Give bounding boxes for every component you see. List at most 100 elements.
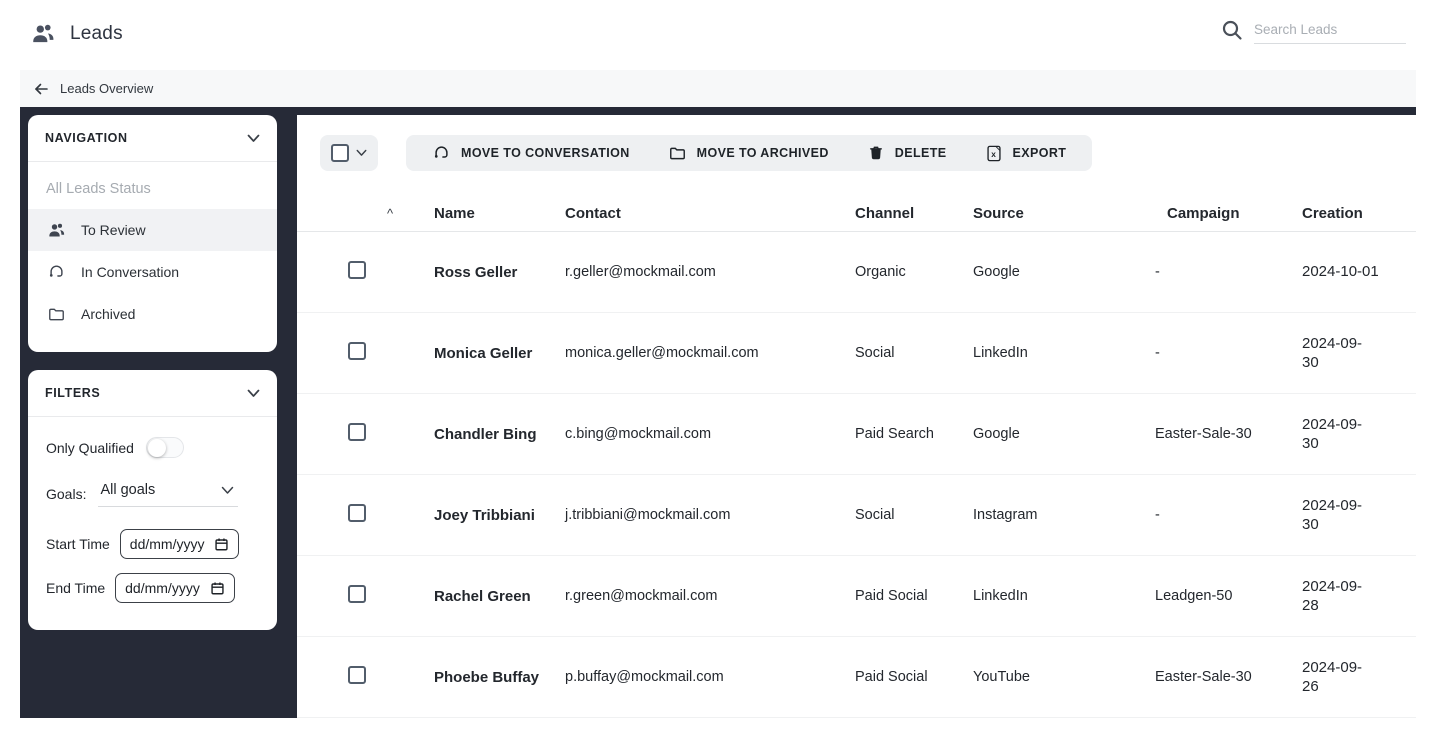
column-header-source[interactable]: Source (973, 205, 1155, 222)
select-all-dropdown[interactable] (320, 135, 378, 171)
lead-source: Google (973, 426, 1155, 442)
delete-button[interactable]: DELETE (867, 144, 947, 162)
row-checkbox[interactable] (348, 585, 366, 603)
chevron-down-icon (221, 486, 234, 495)
lead-channel: Organic (855, 264, 973, 280)
sidebar-item-label: Archived (81, 306, 135, 322)
move-to-conversation-button[interactable]: MOVE TO CONVERSATION (432, 144, 630, 163)
lead-creation-date: 2024-09- 30 (1302, 415, 1416, 454)
trash-icon (867, 144, 885, 162)
bulk-actions-bar: MOVE TO CONVERSATION DELETE MOVE TO ARCH… (406, 135, 1092, 171)
lead-name: Joey Tribbiani (434, 507, 565, 524)
lead-source: YouTube (973, 669, 1155, 685)
column-header-channel[interactable]: Channel (855, 205, 973, 222)
headset-icon (432, 144, 451, 163)
row-checkbox[interactable] (348, 423, 366, 441)
column-header-creation[interactable]: Creation (1302, 205, 1416, 222)
export-button[interactable]: x EXPORT (985, 144, 1067, 163)
date-placeholder: dd/mm/yyyy (125, 580, 200, 596)
table-row: Monica Geller monica.geller@mockmail.com… (297, 313, 1416, 394)
row-checkbox[interactable] (348, 666, 366, 684)
all-leads-status-label: All Leads Status (28, 162, 277, 209)
svg-text:x: x (991, 149, 996, 159)
table-row: Rachel Green r.green@mockmail.com Paid S… (297, 556, 1416, 637)
breadcrumb-label: Leads Overview (60, 81, 153, 96)
only-qualified-toggle[interactable] (146, 437, 184, 458)
search-icon[interactable] (1220, 18, 1244, 42)
lead-channel: Paid Social (855, 588, 973, 604)
lead-campaign: - (1155, 264, 1302, 280)
table-row: Phoebe Buffay p.buffay@mockmail.com Paid… (297, 637, 1416, 718)
only-qualified-label: Only Qualified (46, 440, 134, 456)
start-time-label: Start Time (46, 536, 110, 552)
lead-source: LinkedIn (973, 588, 1155, 604)
lead-name: Ross Geller (434, 264, 565, 281)
lead-name: Chandler Bing (434, 426, 565, 443)
lead-source: Instagram (973, 507, 1155, 523)
row-checkbox[interactable] (348, 261, 366, 279)
excel-file-icon: x (985, 144, 1003, 163)
sort-caret[interactable]: ^ (385, 206, 434, 221)
sidebar-item-to-review[interactable]: To Review (28, 209, 277, 251)
lead-contact-email: j.tribbiani@mockmail.com (565, 507, 855, 523)
chevron-down-icon (356, 149, 367, 157)
lead-campaign: Easter-Sale-30 (1155, 426, 1302, 442)
search-input[interactable] (1254, 16, 1406, 44)
lead-name: Phoebe Buffay (434, 669, 565, 686)
lead-campaign: Leadgen-50 (1155, 588, 1302, 604)
move-to-archived-button[interactable]: DELETE MOVE TO ARCHIVED (668, 144, 829, 163)
goals-select[interactable]: All goals (98, 480, 238, 507)
lead-contact-email: c.bing@mockmail.com (565, 426, 855, 442)
leads-people-icon (30, 21, 56, 47)
lead-name: Monica Geller (434, 345, 565, 362)
navigation-collapse-chevron-icon[interactable] (247, 134, 260, 143)
lead-source: LinkedIn (973, 345, 1155, 361)
select-all-checkbox[interactable] (331, 144, 349, 162)
table-row: Chandler Bing c.bing@mockmail.com Paid S… (297, 394, 1416, 475)
filters-collapse-chevron-icon[interactable] (247, 389, 260, 398)
lead-channel: Social (855, 345, 973, 361)
lead-creation-date: 2024-09- 30 (1302, 334, 1416, 373)
back-arrow-icon[interactable] (32, 80, 50, 98)
lead-campaign: - (1155, 507, 1302, 523)
lead-source: Google (973, 264, 1155, 280)
toolbar: MOVE TO CONVERSATION DELETE MOVE TO ARCH… (320, 135, 1416, 171)
sidebar-item-label: In Conversation (81, 264, 179, 280)
headset-icon (46, 263, 66, 282)
table-row: Ross Geller r.geller@mockmail.com Organi… (297, 232, 1416, 313)
lead-contact-email: r.geller@mockmail.com (565, 264, 855, 280)
row-checkbox[interactable] (348, 504, 366, 522)
lead-campaign: - (1155, 345, 1302, 361)
table-body: Ross Geller r.geller@mockmail.com Organi… (297, 232, 1416, 718)
end-time-label: End Time (46, 580, 105, 596)
lead-creation-date: 2024-10-01 (1302, 262, 1416, 282)
lead-contact-email: r.green@mockmail.com (565, 588, 855, 604)
people-icon (46, 221, 66, 240)
calendar-icon (210, 581, 225, 596)
column-header-contact[interactable]: Contact (565, 205, 855, 222)
lead-contact-email: monica.geller@mockmail.com (565, 345, 855, 361)
table-row: Joey Tribbiani j.tribbiani@mockmail.com … (297, 475, 1416, 556)
app-header: Leads (0, 0, 1436, 68)
goals-selected-value: All goals (100, 482, 155, 498)
folder-icon (46, 305, 66, 324)
lead-creation-date: 2024-09- 30 (1302, 496, 1416, 535)
page-title: Leads (70, 23, 123, 45)
sidebar-item-label: To Review (81, 222, 146, 238)
table-header: ^ Name Contact Channel Source Campaign C… (297, 196, 1416, 232)
leads-main-panel: MOVE TO CONVERSATION DELETE MOVE TO ARCH… (297, 115, 1416, 718)
sidebar-item-in-conversation[interactable]: In Conversation (28, 251, 277, 293)
column-header-name[interactable]: Name (434, 205, 565, 222)
end-time-date-input[interactable]: dd/mm/yyyy (115, 573, 235, 603)
filters-title: FILTERS (45, 386, 100, 400)
sidebar-item-archived[interactable]: Archived (28, 293, 277, 335)
column-header-campaign[interactable]: Campaign (1155, 205, 1302, 222)
row-checkbox[interactable] (348, 342, 366, 360)
sidebar: NAVIGATION All Leads Status To Review (20, 107, 297, 718)
filters-card: FILTERS Only Qualified Goals: All goals (28, 370, 277, 630)
date-placeholder: dd/mm/yyyy (130, 536, 205, 552)
lead-name: Rachel Green (434, 588, 565, 605)
start-time-date-input[interactable]: dd/mm/yyyy (120, 529, 240, 559)
toggle-knob (148, 439, 166, 457)
lead-creation-date: 2024-09- 26 (1302, 658, 1416, 697)
